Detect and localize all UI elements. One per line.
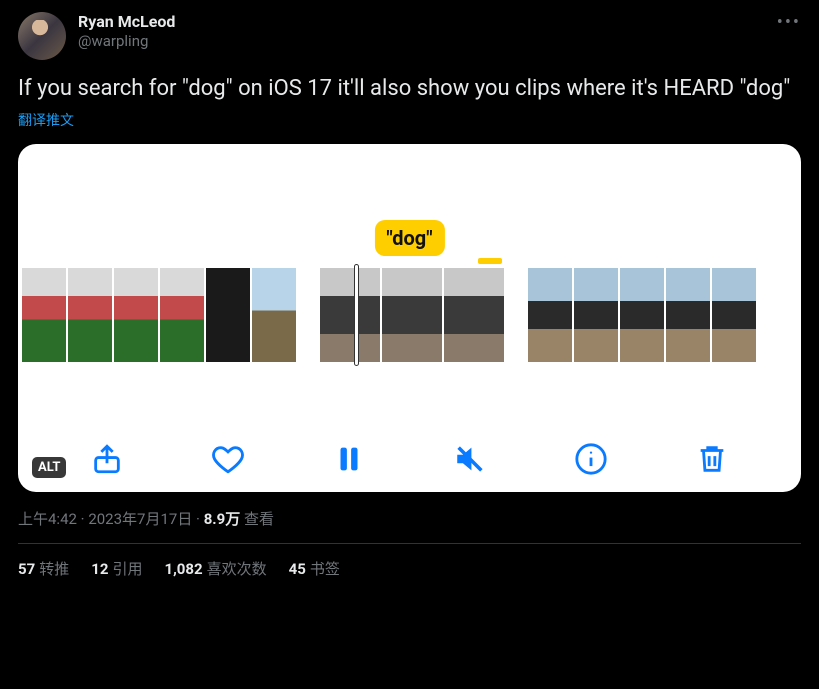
- timeline-thumbnail: [114, 268, 158, 362]
- timeline-thumbnail: [382, 268, 442, 362]
- alt-badge[interactable]: ALT: [32, 457, 66, 478]
- media-toolbar: [18, 442, 801, 476]
- timeline-thumbnail: [206, 268, 250, 362]
- timeline-thumbnail: [22, 268, 66, 362]
- info-icon[interactable]: [574, 442, 608, 476]
- timeline-thumbnail: [320, 268, 380, 362]
- retweets-stat[interactable]: 57转推: [18, 558, 69, 579]
- divider: [18, 543, 801, 544]
- likes-stat[interactable]: 1,082喜欢次数: [164, 558, 266, 579]
- tweet-date[interactable]: 2023年7月17日: [88, 510, 192, 528]
- timeline-thumbnail: [444, 268, 504, 362]
- heart-icon[interactable]: [211, 442, 245, 476]
- playhead[interactable]: [354, 264, 359, 366]
- timeline-thumbnail: [68, 268, 112, 362]
- engagement-stats: 57转推 12引用 1,082喜欢次数 45书签: [18, 558, 801, 579]
- timeline-thumbnail: [160, 268, 204, 362]
- caption-position-marker: [478, 258, 502, 264]
- trash-icon[interactable]: [695, 442, 729, 476]
- views-count: 8.9万: [204, 510, 241, 528]
- video-timeline[interactable]: [18, 268, 801, 362]
- pause-icon[interactable]: [332, 442, 366, 476]
- avatar[interactable]: [18, 12, 66, 60]
- tweet-header: Ryan McLeod @warpling •••: [18, 12, 801, 60]
- tweet-text: If you search for "dog" on iOS 17 it'll …: [18, 74, 801, 104]
- timeline-thumbnail: [528, 268, 572, 362]
- clip-group-3[interactable]: [528, 268, 756, 362]
- views-label: 查看: [240, 510, 274, 528]
- timeline-thumbnail: [712, 268, 756, 362]
- more-options-icon[interactable]: •••: [777, 12, 801, 33]
- timeline-thumbnail: [574, 268, 618, 362]
- tweet-time[interactable]: 上午4:42: [18, 510, 77, 528]
- timeline-thumbnail: [666, 268, 710, 362]
- author-handle: @warpling: [78, 32, 175, 51]
- caption-token: "dog": [374, 220, 444, 256]
- share-icon[interactable]: [90, 442, 124, 476]
- author-names[interactable]: Ryan McLeod @warpling: [78, 12, 175, 51]
- tweet-meta: 上午4:42 · 2023年7月17日 · 8.9万 查看: [18, 508, 801, 529]
- timeline-thumbnail: [252, 268, 296, 362]
- display-name: Ryan McLeod: [78, 12, 175, 32]
- clip-group-1[interactable]: [22, 268, 296, 362]
- bookmarks-stat[interactable]: 45书签: [289, 558, 340, 579]
- timeline-thumbnail: [620, 268, 664, 362]
- quotes-stat[interactable]: 12引用: [91, 558, 142, 579]
- speaker-muted-icon[interactable]: [453, 442, 487, 476]
- translate-link[interactable]: 翻译推文: [18, 110, 801, 130]
- clip-group-2[interactable]: [320, 268, 504, 362]
- tweet-container: Ryan McLeod @warpling ••• If you search …: [0, 0, 819, 591]
- media-attachment[interactable]: "dog": [18, 144, 801, 492]
